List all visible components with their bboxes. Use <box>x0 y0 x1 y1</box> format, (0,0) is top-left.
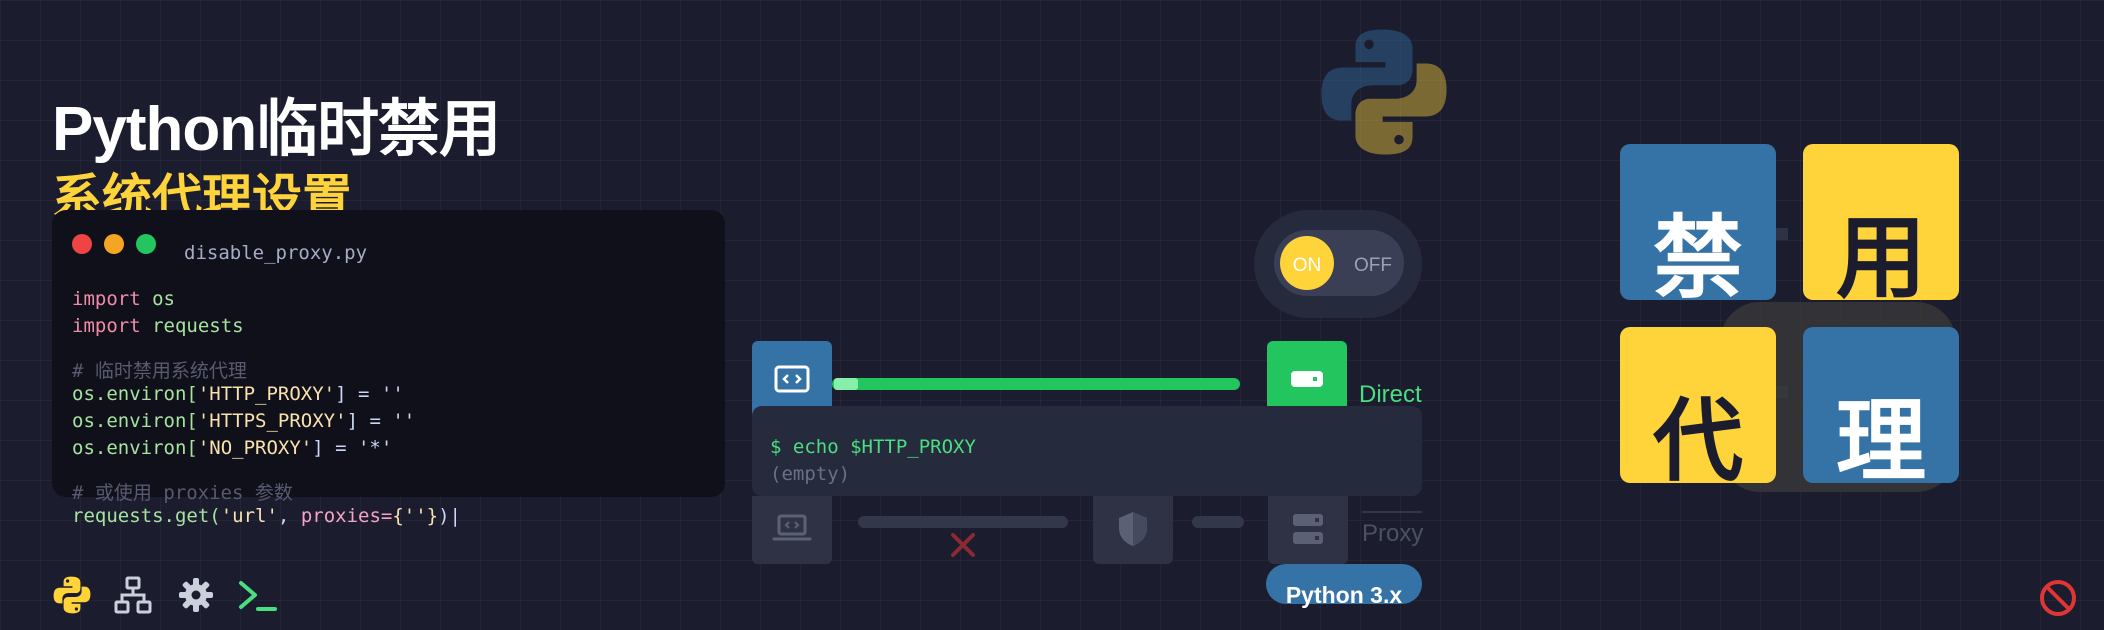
shield-icon <box>1119 512 1147 546</box>
python-logo-icon <box>53 576 91 614</box>
toggle-on-label: ON <box>1292 255 1322 276</box>
tile-char: 代 <box>1620 327 1776 492</box>
code-line: import os <box>72 288 175 310</box>
code-module: os <box>152 288 175 310</box>
tile-char: 用 <box>1803 144 1959 309</box>
code-keyword: import <box>72 315 141 337</box>
code-filename: disable_proxy.py <box>184 242 368 264</box>
window-minimize-dot[interactable] <box>104 234 124 254</box>
code-icon <box>774 365 810 393</box>
laptop-code-icon <box>772 514 812 541</box>
window-close-dot[interactable] <box>72 234 92 254</box>
blocked-connection-line <box>858 516 1068 528</box>
network-icon <box>114 576 152 614</box>
code-line: requests.get('url', proxies={''})| <box>72 505 461 527</box>
proxy-server-node <box>1268 496 1348 564</box>
tile-char: 理 <box>1803 327 1959 492</box>
gear-icon[interactable] <box>176 575 216 615</box>
proxy-connection-line <box>1192 516 1244 528</box>
proxy-label: Proxy <box>1362 520 1424 547</box>
page-title: Python临时禁用 <box>52 95 501 164</box>
direct-label: Direct <box>1359 381 1422 408</box>
window-maximize-dot[interactable] <box>136 234 156 254</box>
code-line: import requests <box>72 315 244 337</box>
direct-connection-line <box>832 378 1240 390</box>
x-icon <box>951 533 975 557</box>
tile-char: 禁 <box>1620 144 1776 309</box>
terminal-panel: $ echo $HTTP_PROXY (empty) <box>752 406 1422 496</box>
ban-icon <box>2040 580 2076 616</box>
code-line: os.environ['NO_PROXY'] = '*' <box>72 437 393 459</box>
code-line: os.environ['HTTPS_PROXY'] = '' <box>72 410 416 432</box>
terminal-output: (empty) <box>770 463 851 485</box>
server-icon <box>1293 514 1323 544</box>
client-laptop-node <box>752 496 832 564</box>
data-packet <box>834 378 858 390</box>
code-line: os.environ['HTTP_PROXY'] = '' <box>72 383 404 405</box>
proxy-shield-node <box>1093 496 1173 564</box>
code-comment: # 临时禁用系统代理 <box>72 360 247 382</box>
python-version-badge: Python 3.x <box>1266 564 1422 608</box>
code-comment: # 或使用 proxies 参数 <box>72 482 293 504</box>
terminal-icon[interactable] <box>238 575 278 615</box>
divider <box>1362 511 1422 513</box>
code-keyword: import <box>72 288 141 310</box>
code-module: requests <box>152 315 244 337</box>
python-logo-icon <box>1321 29 1447 155</box>
terminal-command: $ echo $HTTP_PROXY <box>770 436 976 458</box>
toggle-off-label: OFF <box>1354 255 1392 276</box>
server-icon <box>1291 371 1323 387</box>
